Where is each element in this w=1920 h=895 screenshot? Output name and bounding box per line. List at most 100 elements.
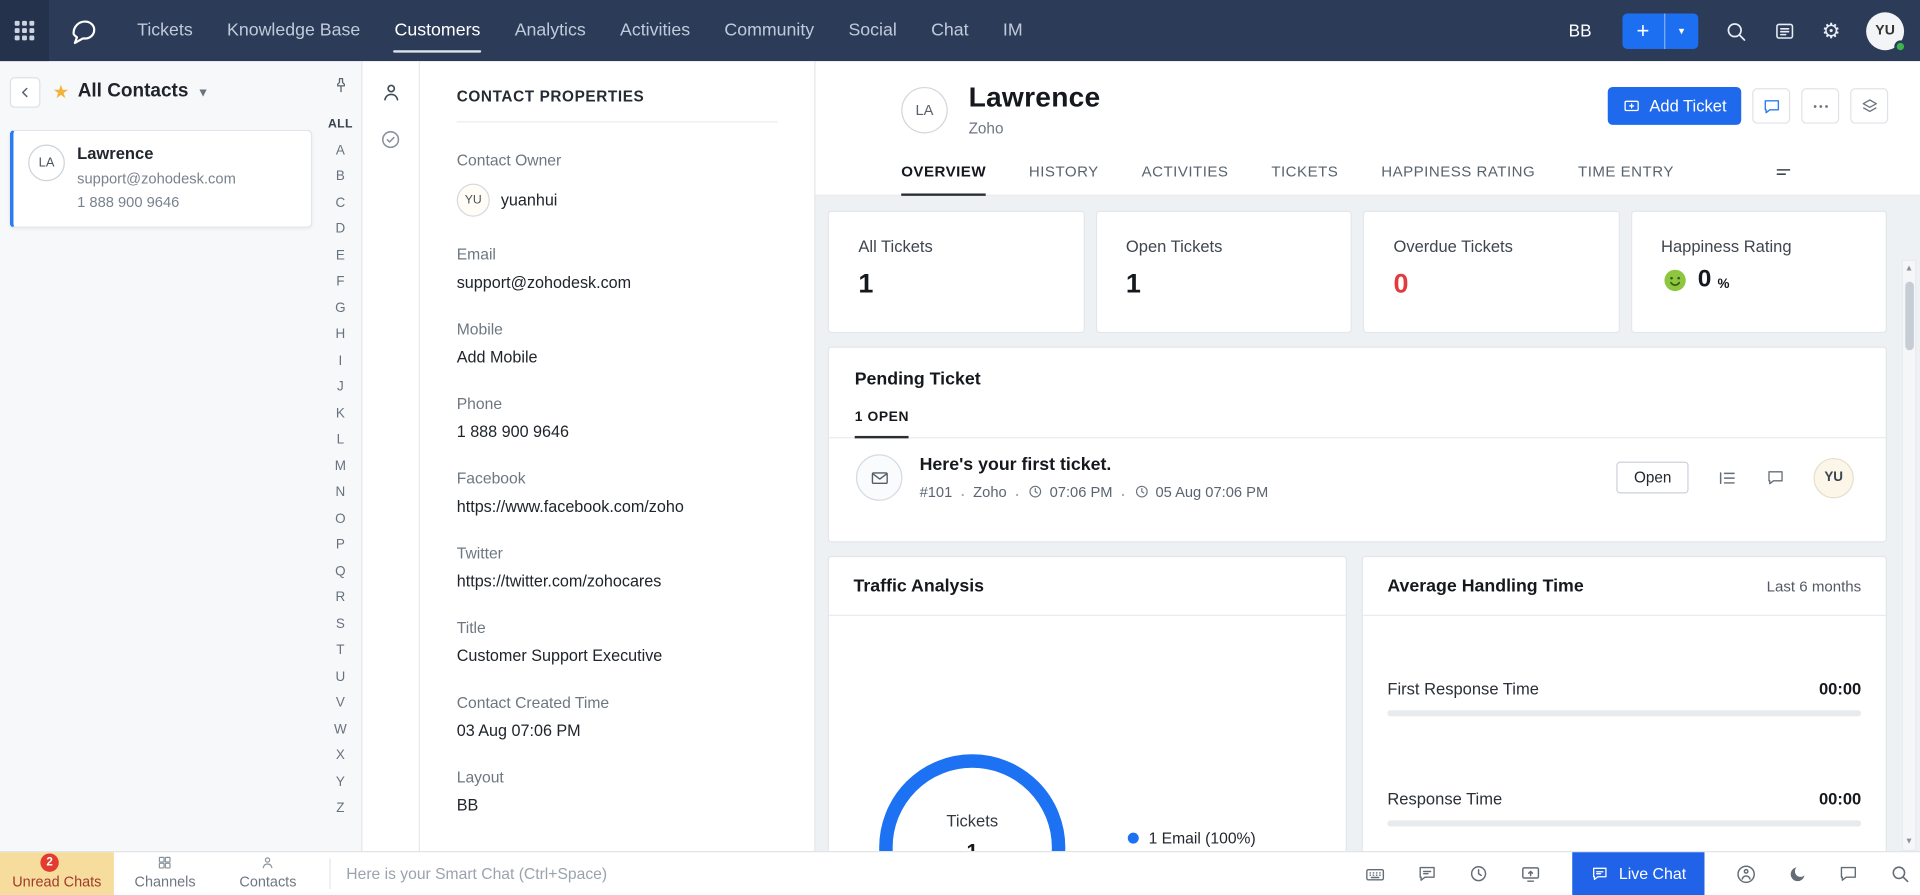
contact-owner-value[interactable]: YU yuanhui xyxy=(457,184,778,217)
vertical-scrollbar[interactable]: ▲ ▼ xyxy=(1902,260,1917,851)
alpha-filter[interactable]: H xyxy=(320,322,362,348)
recent-history-icon[interactable] xyxy=(1468,863,1489,884)
alpha-filter[interactable]: P xyxy=(320,533,362,559)
alpha-filter[interactable]: J xyxy=(320,375,362,401)
user-avatar[interactable]: YU xyxy=(1866,12,1904,50)
alpha-filter[interactable]: E xyxy=(320,243,362,269)
quick-add-button[interactable]: + xyxy=(1622,13,1664,49)
add-mobile-link[interactable]: Add Mobile xyxy=(457,348,778,366)
alpha-filter[interactable]: Y xyxy=(320,770,362,796)
twitter-value[interactable]: https://twitter.com/zohocares xyxy=(457,572,778,590)
alpha-filter[interactable]: N xyxy=(320,480,362,506)
tab-history[interactable]: HISTORY xyxy=(1029,148,1099,196)
view-dropdown-caret-icon[interactable]: ▼ xyxy=(197,86,209,99)
alpha-filter[interactable]: X xyxy=(320,743,362,769)
contact-details-view-icon[interactable] xyxy=(379,81,402,104)
smart-chat-input[interactable] xyxy=(340,852,1352,895)
alpha-filter[interactable]: B xyxy=(320,164,362,190)
settings-gear-icon[interactable]: ⚙ xyxy=(1822,20,1841,41)
ticket-requester[interactable]: Zoho xyxy=(973,483,1007,500)
ticket-peek-icon[interactable] xyxy=(1717,467,1738,488)
nav-community[interactable]: Community xyxy=(707,0,831,61)
search-icon[interactable] xyxy=(1724,19,1747,42)
tab-activities[interactable]: ACTIVITIES xyxy=(1142,148,1229,196)
nav-chat[interactable]: Chat xyxy=(914,0,986,61)
nav-im[interactable]: IM xyxy=(986,0,1040,61)
alpha-filter[interactable]: G xyxy=(320,296,362,322)
nav-social[interactable]: Social xyxy=(831,0,914,61)
alpha-filter[interactable]: T xyxy=(320,638,362,664)
zoho-desk-logo[interactable] xyxy=(67,14,100,47)
alpha-filter[interactable]: S xyxy=(320,612,362,638)
channels-item[interactable]: Channels xyxy=(114,852,217,895)
checklist-view-icon[interactable] xyxy=(380,129,402,151)
add-ticket-button[interactable]: Add Ticket xyxy=(1608,87,1742,125)
alpha-filter[interactable]: D xyxy=(320,217,362,243)
back-button[interactable] xyxy=(10,77,41,108)
live-chat-button[interactable]: Live Chat xyxy=(1572,852,1704,895)
open-tickets-card[interactable]: Open Tickets 1 xyxy=(1095,211,1352,333)
nav-knowledge-base[interactable]: Knowledge Base xyxy=(210,0,378,61)
title-value[interactable]: Customer Support Executive xyxy=(457,647,778,665)
keyboard-shortcuts-icon[interactable] xyxy=(1364,863,1386,885)
tab-tickets[interactable]: TICKETS xyxy=(1271,148,1338,196)
app-launcher-button[interactable] xyxy=(0,0,49,61)
alpha-filter[interactable]: A xyxy=(320,138,362,164)
tab-time-entry[interactable]: TIME ENTRY xyxy=(1578,148,1674,196)
ticket-subject[interactable]: Here's your first ticket. xyxy=(920,455,1269,475)
facebook-value[interactable]: https://www.facebook.com/zoho xyxy=(457,497,778,515)
alpha-filter[interactable]: F xyxy=(320,269,362,295)
alpha-filter[interactable]: K xyxy=(320,401,362,427)
chat-preferences-icon[interactable] xyxy=(1417,863,1438,884)
period-label[interactable]: Last 6 months xyxy=(1767,578,1862,595)
tab-overview[interactable]: OVERVIEW xyxy=(901,148,986,196)
alpha-filter[interactable]: V xyxy=(320,691,362,717)
alpha-filter[interactable]: I xyxy=(320,348,362,374)
chart-legend-item[interactable]: 1 Email (100%) xyxy=(1128,829,1256,847)
nav-customers[interactable]: Customers xyxy=(377,0,497,61)
alpha-filter[interactable]: Q xyxy=(320,559,362,585)
alpha-filter[interactable]: U xyxy=(320,664,362,690)
bottom-search-icon[interactable] xyxy=(1889,863,1910,884)
favorite-star-icon[interactable]: ★ xyxy=(53,81,69,103)
phone-value[interactable]: 1 888 900 9646 xyxy=(457,422,778,440)
nav-analytics[interactable]: Analytics xyxy=(498,0,603,61)
contact-list-item[interactable]: LA Lawrence support@zohodesk.com 1 888 9… xyxy=(10,130,312,228)
dark-mode-moon-icon[interactable] xyxy=(1788,864,1808,884)
feeds-icon[interactable] xyxy=(1773,19,1796,42)
comment-icon[interactable] xyxy=(1766,468,1786,488)
alpha-filter[interactable]: M xyxy=(320,454,362,480)
happiness-rating-card[interactable]: Happiness Rating 0 % xyxy=(1630,211,1887,333)
account-name[interactable]: Zoho xyxy=(969,120,1101,137)
alpha-filter[interactable]: R xyxy=(320,585,362,611)
all-tickets-card[interactable]: All Tickets 1 xyxy=(828,211,1085,333)
alpha-filter-all[interactable]: ALL xyxy=(320,111,362,137)
open-count-tab[interactable]: 1 OPEN xyxy=(855,410,909,438)
ticket-id[interactable]: #101 xyxy=(920,483,953,500)
alpha-filter[interactable]: Z xyxy=(320,796,362,822)
nav-activities[interactable]: Activities xyxy=(603,0,707,61)
view-title[interactable]: All Contacts xyxy=(78,81,189,103)
alpha-filter[interactable]: C xyxy=(320,190,362,216)
scroll-down-arrow[interactable]: ▼ xyxy=(1905,838,1913,847)
department-label[interactable]: BB xyxy=(1569,21,1592,41)
tab-happiness-rating[interactable]: HAPPINESS RATING xyxy=(1381,148,1535,196)
contacts-item[interactable]: Contacts xyxy=(216,852,319,895)
email-value[interactable]: support@zohodesk.com xyxy=(457,273,778,291)
tickets-donut-chart[interactable]: Tickets 1 xyxy=(879,754,1065,851)
accessibility-icon[interactable] xyxy=(1735,863,1757,885)
alpha-filter[interactable]: L xyxy=(320,427,362,453)
alpha-filter[interactable]: O xyxy=(320,506,362,532)
nav-tickets[interactable]: Tickets xyxy=(120,0,210,61)
more-options-icon[interactable] xyxy=(1801,88,1839,124)
scroll-up-arrow[interactable]: ▲ xyxy=(1905,264,1913,273)
scrollbar-thumb[interactable] xyxy=(1905,282,1914,351)
ticket-status-button[interactable]: Open xyxy=(1617,462,1689,494)
layout-value[interactable]: BB xyxy=(457,796,778,814)
unread-chats-item[interactable]: 2 Unread Chats xyxy=(0,852,114,895)
chat-with-contact-icon[interactable] xyxy=(1752,88,1790,124)
quick-add-caret[interactable]: ▾ xyxy=(1664,13,1698,49)
tab-options-icon[interactable] xyxy=(1773,161,1794,182)
alpha-filter[interactable]: W xyxy=(320,717,362,743)
feedback-chat-icon[interactable] xyxy=(1838,863,1859,884)
